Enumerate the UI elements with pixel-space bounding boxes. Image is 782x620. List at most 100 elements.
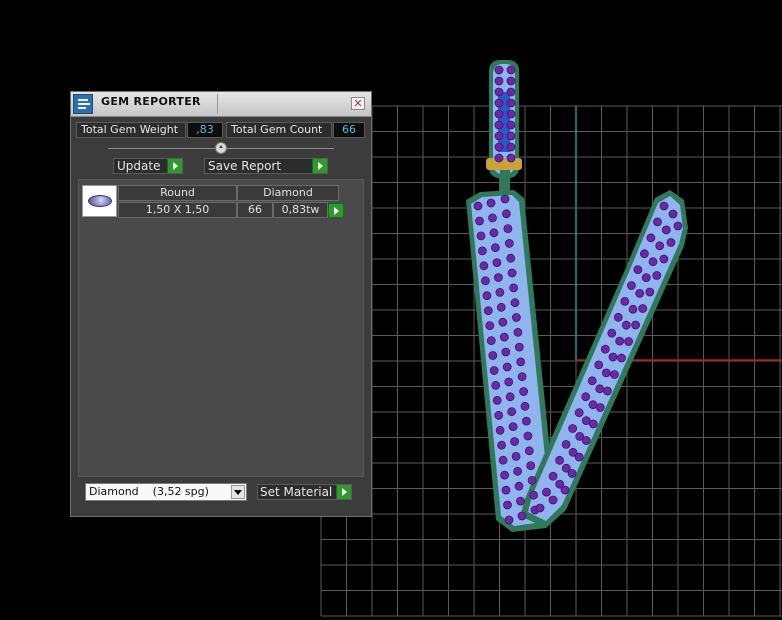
gem-stone — [506, 87, 516, 97]
play-icon — [336, 485, 351, 499]
gem-stone — [516, 496, 525, 506]
gem-stone — [504, 238, 514, 248]
gem-stone — [506, 131, 516, 141]
gem-size-cell: 1,50 X 1,50 — [118, 202, 237, 218]
update-button-label: Update — [117, 159, 161, 173]
gem-stone — [483, 306, 493, 316]
gem-stone — [628, 304, 638, 314]
set-material-button-label: Set Material — [260, 485, 333, 499]
gem-stone — [607, 328, 617, 338]
gem-stone — [620, 296, 630, 306]
gem-stone — [503, 224, 513, 234]
set-material-button[interactable]: Set Material — [257, 484, 352, 500]
gem-weight-cell: 0,83tw — [273, 202, 328, 218]
gem-stone — [615, 336, 625, 346]
gem-count-cell: 66 — [237, 202, 273, 218]
gem-stone — [494, 109, 504, 119]
gem-stone — [621, 320, 631, 330]
gem-stone — [495, 425, 505, 435]
gem-stone — [480, 276, 490, 286]
gem-stone — [527, 475, 537, 485]
chevron-down-icon[interactable] — [231, 485, 245, 499]
close-icon[interactable]: ✕ — [351, 97, 365, 110]
gem-stone — [523, 431, 533, 441]
update-button[interactable]: Update — [113, 158, 183, 174]
gem-stone — [494, 131, 504, 141]
gem-stone — [506, 109, 516, 119]
play-icon — [312, 159, 327, 173]
total-gem-weight-value: ,83 — [187, 122, 223, 138]
gem-stone — [504, 515, 514, 525]
gem-stone — [494, 153, 504, 163]
round-gem-icon — [88, 195, 112, 207]
gem-stone — [560, 485, 570, 495]
gem-stone — [641, 273, 651, 283]
gem-reporter-app-icon — [73, 94, 93, 114]
gem-stone — [498, 317, 508, 327]
gem-stone — [508, 422, 518, 432]
slider-handle[interactable] — [215, 142, 227, 154]
gem-stone — [497, 440, 507, 450]
gem-stone — [627, 281, 636, 290]
row-select-button[interactable] — [328, 203, 344, 218]
title-bar[interactable]: GEM REPORTER ✕ — [71, 92, 371, 117]
letter-v-pendant[interactable] — [466, 60, 688, 532]
save-report-button[interactable]: Save Report — [204, 158, 328, 174]
gem-stone — [506, 98, 516, 108]
gem-stone — [492, 395, 502, 405]
gem-stone — [489, 228, 499, 238]
gem-stone — [542, 487, 551, 497]
gem-stone — [645, 287, 655, 297]
gem-stone — [610, 370, 619, 379]
material-dropdown[interactable]: Diamond (3,52 spg) — [85, 483, 247, 501]
gem-stone — [600, 344, 610, 354]
gem-stone — [507, 407, 517, 417]
gem-stone — [548, 471, 558, 481]
gem-stone — [640, 249, 649, 259]
gem-stone — [668, 209, 678, 219]
gem-stone — [652, 271, 662, 280]
gem-stone — [506, 76, 516, 86]
gem-stone — [501, 485, 511, 495]
gem-stone — [513, 466, 522, 476]
gem-stone — [659, 201, 669, 211]
viewport-grid — [320, 105, 782, 617]
gem-stone — [494, 410, 504, 420]
gem-stone — [475, 216, 484, 226]
gem-reporter-panel: GEM REPORTER ✕ Total Gem Weight ,83 Tota… — [70, 91, 372, 517]
gem-stone — [514, 342, 524, 352]
gem-stone — [473, 201, 483, 211]
gem-stone — [524, 446, 534, 456]
gem-stone — [493, 273, 503, 282]
gem-stone — [507, 268, 517, 278]
gem-stone — [492, 258, 502, 268]
gem-stone — [595, 403, 605, 412]
gem-stone — [581, 392, 591, 402]
column-header-cut: Round — [118, 185, 237, 201]
bail-pin — [486, 158, 522, 170]
gem-stone — [486, 336, 496, 346]
gem-stone — [567, 469, 577, 478]
gem-stone — [506, 253, 516, 263]
material-selected: Diamond (3,52 spg) — [89, 485, 209, 498]
gem-stone — [488, 213, 497, 223]
save-report-button-label: Save Report — [208, 159, 282, 173]
gem-stone — [613, 312, 623, 322]
gem-stone — [588, 419, 598, 429]
gem-stone — [509, 283, 518, 293]
gem-stone — [603, 386, 612, 396]
gem-stone — [526, 461, 536, 471]
gem-list: Round Diamond 1,50 X 1,50 66 0,83tw — [78, 179, 364, 477]
gem-stone — [624, 337, 633, 346]
window-title: GEM REPORTER — [101, 95, 201, 108]
gem-stone — [594, 360, 604, 370]
gem-stone — [479, 261, 489, 271]
gem-thumbnail[interactable] — [82, 185, 117, 217]
gem-stone — [519, 387, 528, 396]
play-icon — [167, 159, 182, 173]
gem-stone — [506, 142, 516, 152]
gem-stone — [555, 455, 564, 465]
gem-stone — [501, 347, 511, 357]
gem-stone — [646, 233, 656, 243]
gem-stone — [494, 76, 504, 86]
